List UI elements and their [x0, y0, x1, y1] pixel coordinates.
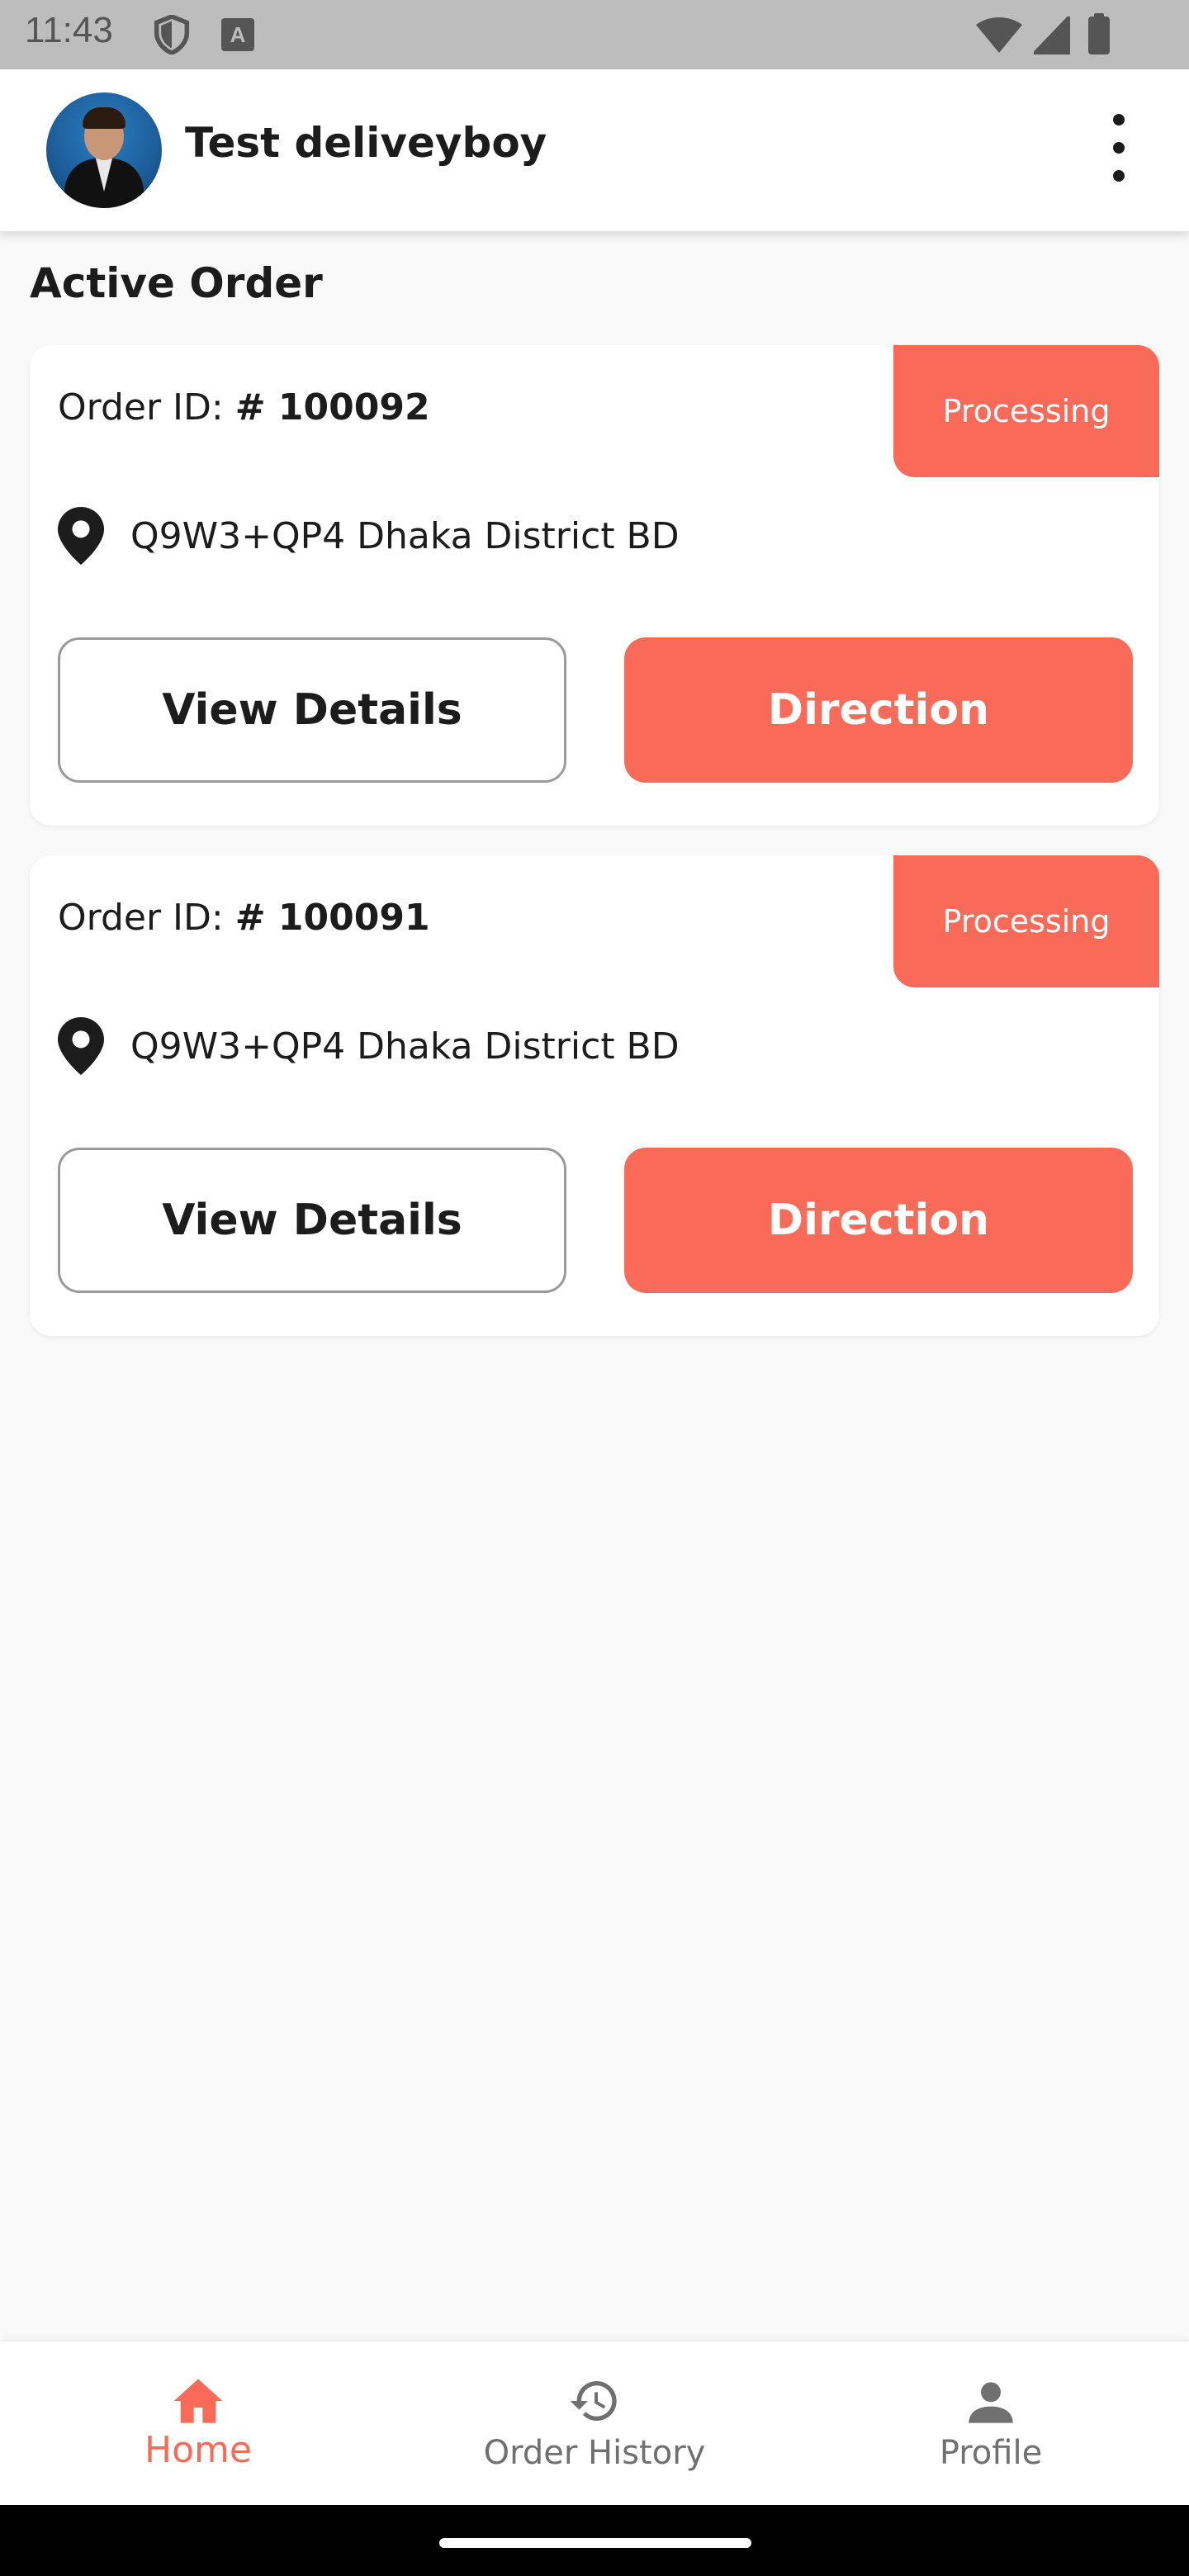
avatar[interactable]: [46, 92, 162, 208]
wifi-icon: [976, 17, 1022, 53]
order-id-label: Order ID:: [58, 897, 224, 939]
status-badge: Processing: [893, 345, 1159, 477]
view-details-button[interactable]: View Details: [58, 637, 566, 783]
order-id-label: Order ID:: [58, 386, 224, 429]
location-pin-icon: [58, 507, 104, 565]
shield-icon: [154, 15, 190, 54]
text-a-icon: A: [221, 18, 254, 51]
app-bar: Test deliveyboy: [0, 69, 1189, 231]
user-name: Test deliveyboy: [185, 119, 547, 167]
order-id-value: # 100091: [234, 897, 430, 939]
person-icon: [969, 2382, 1013, 2423]
order-card: Processing Order ID: # 100091 Q9W3+QP4 D…: [30, 855, 1159, 1336]
nav-label-order-history: Order History: [483, 2434, 706, 2472]
status-time: 11:43: [25, 10, 113, 50]
nav-label-home: Home: [144, 2429, 252, 2471]
location-pin-icon: [58, 1017, 104, 1075]
order-id: Order ID: # 100092: [58, 386, 430, 429]
nav-label-profile: Profile: [939, 2434, 1043, 2472]
home-icon: [173, 2379, 223, 2423]
status-bar: 11:43 A: [0, 0, 1189, 69]
order-card: Processing Order ID: # 100092 Q9W3+QP4 D…: [30, 345, 1159, 826]
section-title: Active Order: [30, 259, 323, 307]
delivery-address: Q9W3+QP4 Dhaka District BD: [130, 515, 680, 557]
battery-icon: [1088, 13, 1110, 54]
history-icon: [570, 2381, 617, 2421]
nav-item-profile[interactable]: Profile: [793, 2342, 1189, 2505]
avatar-hair: [83, 107, 126, 129]
system-nav-bar: [0, 2505, 1189, 2576]
delivery-address: Q9W3+QP4 Dhaka District BD: [130, 1025, 680, 1068]
order-id-value: # 100092: [234, 386, 430, 429]
nav-item-order-history[interactable]: Order History: [396, 2342, 793, 2505]
more-vertical-icon[interactable]: [1103, 112, 1136, 187]
direction-button[interactable]: Direction: [624, 1148, 1133, 1293]
direction-button[interactable]: Direction: [624, 637, 1133, 783]
status-badge: Processing: [893, 855, 1159, 987]
bottom-nav: Home Order History Profile: [0, 2342, 1189, 2505]
order-id: Order ID: # 100091: [58, 897, 430, 939]
view-details-button[interactable]: View Details: [58, 1148, 566, 1293]
signal-icon: [1034, 17, 1070, 54]
gesture-handle[interactable]: [439, 2538, 751, 2548]
nav-item-home[interactable]: Home: [0, 2342, 396, 2505]
